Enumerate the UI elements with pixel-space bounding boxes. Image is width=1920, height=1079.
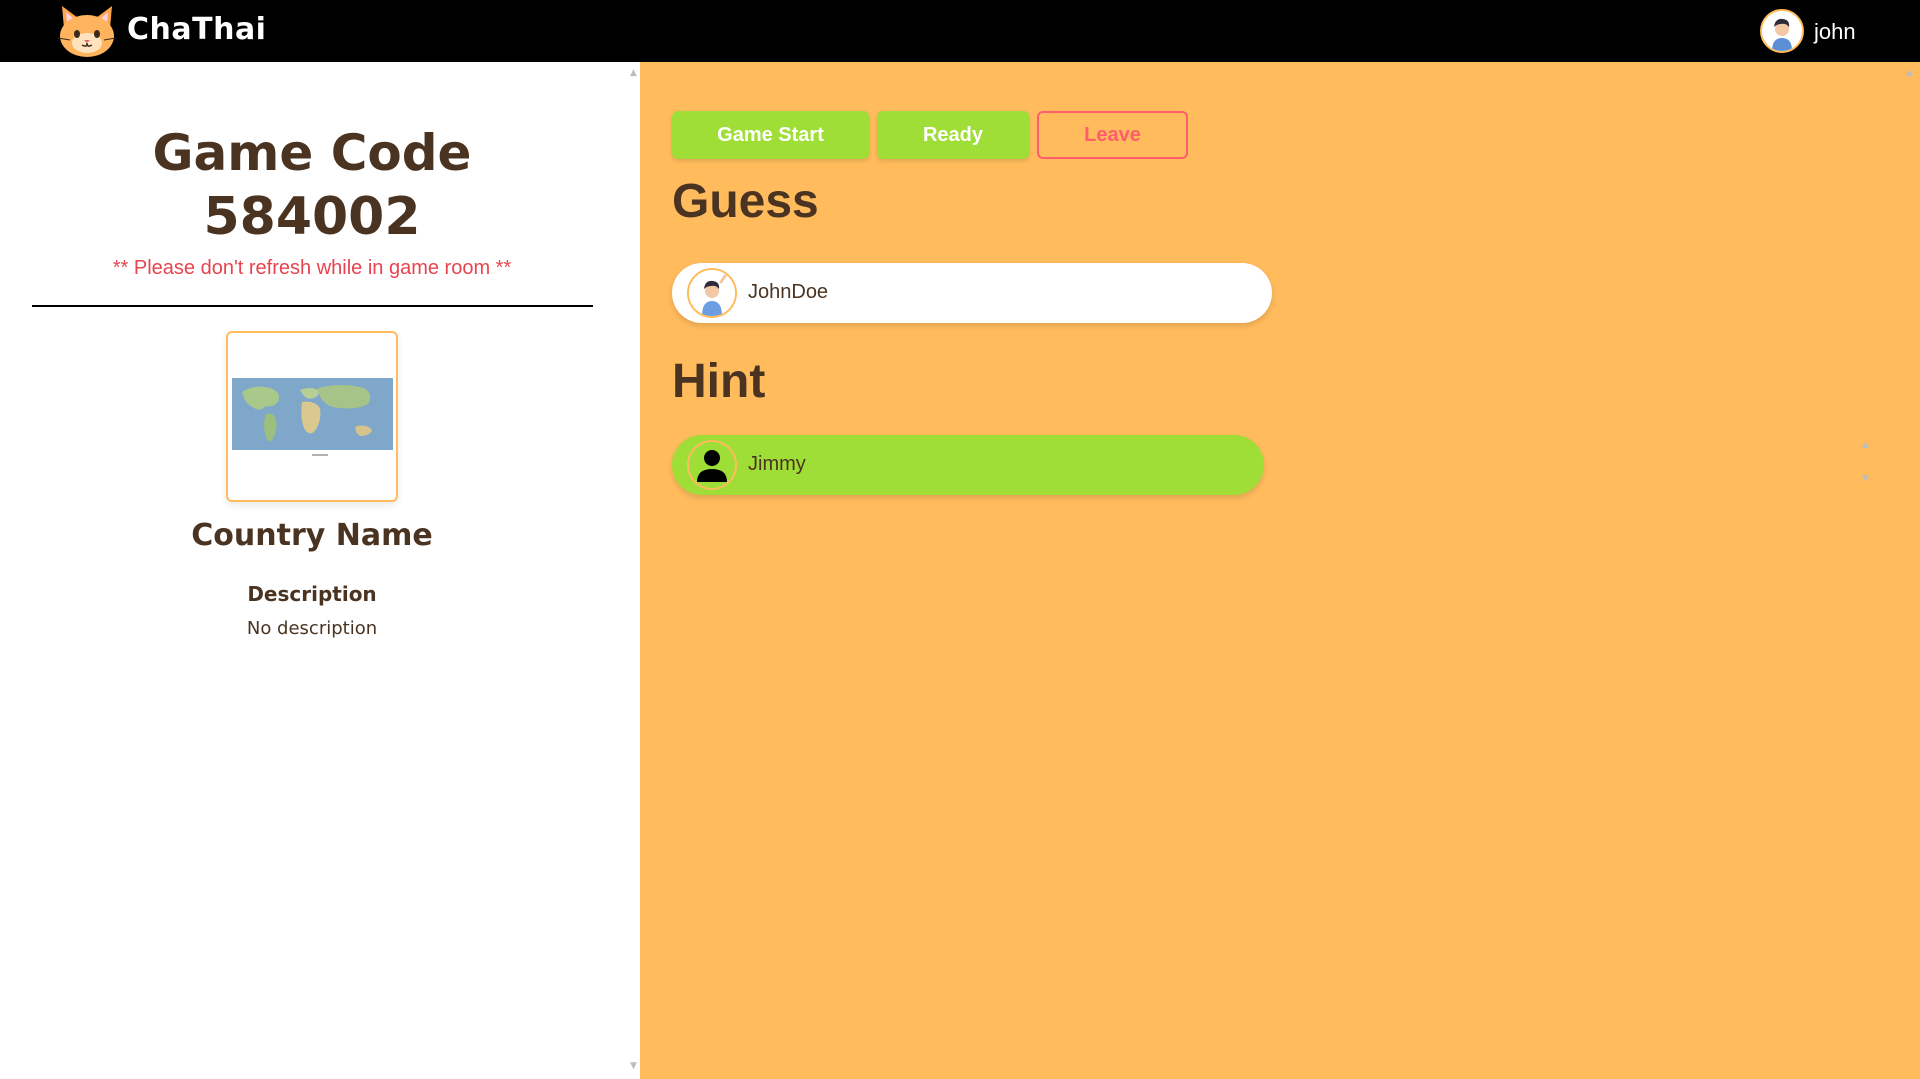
game-code-title: Game Code	[152, 124, 472, 182]
country-name: Country Name	[191, 518, 433, 553]
cartoon-boy-avatar-icon	[687, 268, 737, 318]
refresh-warning: ** Please don't refresh while in game ro…	[112, 257, 512, 279]
leave-button[interactable]: Leave	[1037, 111, 1188, 159]
players-panel	[640, 62, 1920, 1079]
world-map-icon	[232, 378, 393, 460]
guess-section-title: Guess	[672, 175, 819, 228]
game-start-button[interactable]: Game Start	[672, 111, 869, 159]
user-avatar-icon[interactable]	[1760, 9, 1804, 53]
description-label: Description	[247, 582, 377, 606]
scroll-up-icon[interactable]: ▲	[1862, 440, 1869, 450]
user-name[interactable]: john	[1814, 19, 1856, 45]
description-value: No description	[246, 618, 378, 639]
guess-player-card[interactable]: JohnDoe	[672, 263, 1272, 323]
brand-name[interactable]: ChaThai	[127, 12, 266, 47]
ready-button[interactable]: Ready	[877, 111, 1029, 159]
cat-logo-icon[interactable]	[56, 4, 118, 58]
guess-player-name: JohnDoe	[748, 281, 829, 303]
hint-player-card[interactable]: Jimmy	[672, 435, 1264, 495]
country-card[interactable]	[226, 331, 398, 502]
hint-player-name: Jimmy	[748, 453, 806, 475]
hint-section-title: Hint	[672, 355, 766, 408]
scroll-down-icon[interactable]: ▼	[630, 1061, 637, 1071]
scroll-down-icon[interactable]: ▼	[1862, 474, 1869, 484]
game-code-value: 584002	[203, 187, 421, 247]
divider	[32, 305, 593, 307]
scroll-up-icon[interactable]: ▲	[1906, 68, 1913, 78]
top-navbar: ChaThai john	[0, 0, 1920, 62]
default-person-icon	[687, 440, 737, 490]
scroll-up-icon[interactable]: ▲	[630, 68, 637, 78]
left-scrollbar[interactable]: ▲ ▼	[628, 62, 640, 1079]
